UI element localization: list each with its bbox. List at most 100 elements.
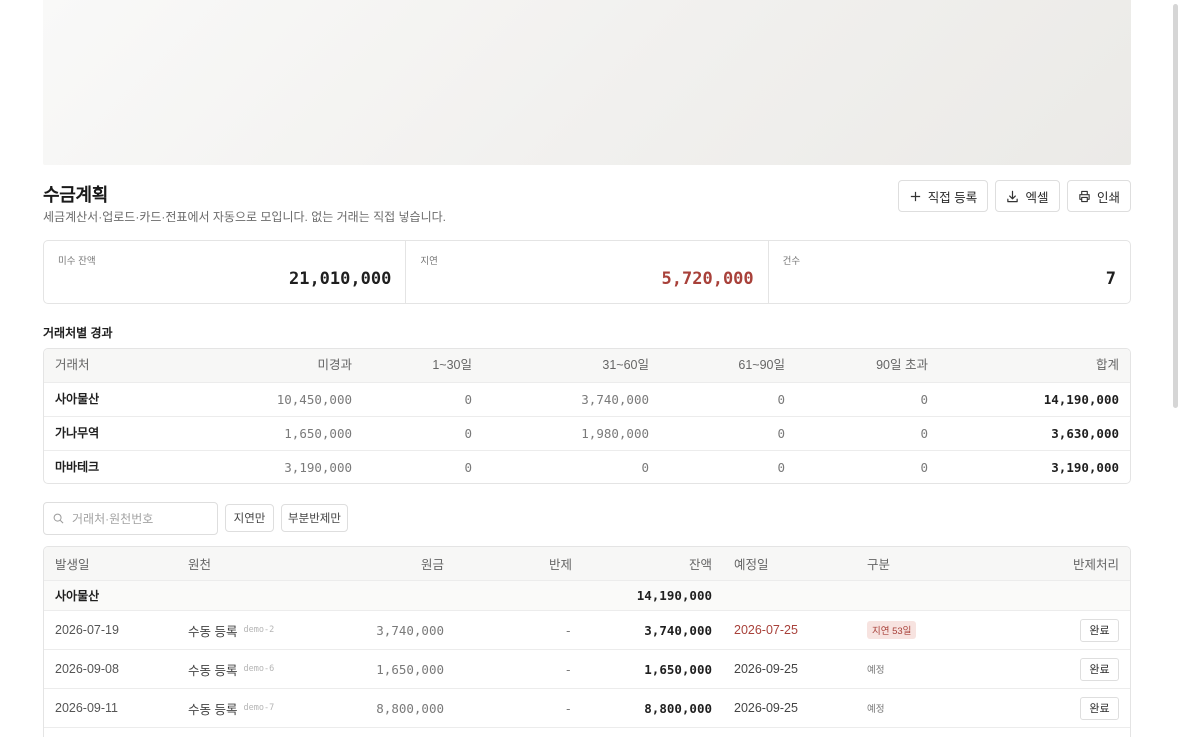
source-id: demo-7 bbox=[243, 703, 275, 713]
col-source[interactable]: 원천 bbox=[188, 547, 211, 580]
aging-31-60: 3,740,000 bbox=[581, 392, 649, 407]
col-paid[interactable]: 반제 bbox=[549, 547, 572, 580]
col-principal[interactable]: 원금 bbox=[421, 547, 444, 580]
complete-button[interactable]: 완료 bbox=[1080, 696, 1119, 720]
source: 수동 등록 demo-6 bbox=[188, 650, 274, 688]
page-title: 수금계획 bbox=[43, 185, 109, 205]
scrollbar[interactable] bbox=[1171, 0, 1180, 737]
aging-total: 3,190,000 bbox=[1051, 460, 1119, 475]
stat-label: 건수 bbox=[782, 256, 801, 267]
aging-col-61-90[interactable]: 61~90일 bbox=[738, 349, 785, 382]
table-row[interactable]: 마바테크 3,190,000 0 0 0 0 3,190,000 bbox=[44, 451, 1130, 483]
issue-date: 2026-09-08 bbox=[55, 662, 119, 676]
stat-value: 5,720,000 bbox=[661, 269, 754, 289]
aging-col-over-90[interactable]: 90일 초과 bbox=[876, 349, 928, 382]
col-issue-date[interactable]: 발생일 bbox=[55, 547, 90, 580]
balance: 1,650,000 bbox=[644, 661, 712, 677]
aging-total: 3,630,000 bbox=[1051, 426, 1119, 441]
excel-export-button[interactable]: 엑셀 bbox=[995, 180, 1060, 212]
aging-1-30: 0 bbox=[464, 460, 472, 475]
aging-total: 14,190,000 bbox=[1043, 392, 1119, 407]
vendor-name: 사아물산 bbox=[55, 392, 100, 406]
vendor-name: 마바테크 bbox=[55, 460, 100, 474]
aging-col-current[interactable]: 미경과 bbox=[317, 349, 352, 382]
stat-count: 건수 7 bbox=[769, 241, 1130, 303]
col-due-date[interactable]: 예정일 bbox=[734, 547, 769, 580]
aging-1-30: 0 bbox=[464, 426, 472, 441]
excel-export-label: 엑셀 bbox=[1025, 190, 1049, 205]
source-label: 수동 등록 bbox=[188, 624, 238, 639]
aging-col-vendor[interactable]: 거래처 bbox=[55, 349, 90, 382]
settle-cell: 완료 bbox=[1080, 650, 1119, 688]
source-label: 수동 등록 bbox=[188, 663, 238, 678]
stat-value: 21,010,000 bbox=[288, 269, 392, 289]
status: 지연 53일 bbox=[867, 611, 917, 649]
aging-over-90: 0 bbox=[920, 392, 928, 407]
paid: - bbox=[564, 700, 572, 716]
table-row[interactable]: 2026-09-08 수동 등록 demo-6 1,650,000 - 1,650… bbox=[44, 650, 1130, 689]
status-badge: 예정 bbox=[867, 665, 885, 676]
issue-date: 2026-07-19 bbox=[55, 623, 119, 637]
search-input[interactable] bbox=[72, 511, 202, 526]
issue-date: 2026-09-11 bbox=[55, 701, 119, 715]
aging-current: 1,650,000 bbox=[284, 426, 352, 441]
aging-col-total[interactable]: 합계 bbox=[1096, 349, 1119, 382]
col-balance[interactable]: 잔액 bbox=[689, 547, 712, 580]
aging-current: 10,450,000 bbox=[276, 392, 352, 407]
due-date: 2026-09-25 bbox=[734, 701, 798, 715]
stat-outstanding: 미수 잔액 21,010,000 bbox=[44, 241, 407, 303]
due-date: 2026-07-25 bbox=[734, 623, 798, 637]
status: 예정 bbox=[867, 689, 884, 727]
principal: 3,740,000 bbox=[376, 622, 444, 638]
stat-overdue: 지연 5,720,000 bbox=[406, 241, 769, 303]
summary-stats: 미수 잔액 21,010,000 지연 5,720,000 건수 7 bbox=[43, 240, 1131, 304]
aging-61-90: 0 bbox=[777, 392, 785, 407]
principal: 8,800,000 bbox=[376, 700, 444, 716]
plus-icon bbox=[910, 191, 920, 201]
aging-section-title: 거래처별 경과 bbox=[43, 326, 113, 340]
source-id: demo-6 bbox=[243, 664, 275, 674]
filter-partial-only[interactable]: 부분반제만 bbox=[281, 504, 348, 532]
download-icon bbox=[1007, 190, 1019, 202]
col-status[interactable]: 구분 bbox=[867, 547, 890, 580]
search-box[interactable] bbox=[43, 502, 218, 535]
paid: - bbox=[564, 661, 572, 677]
stat-value: 7 bbox=[1105, 269, 1116, 289]
filter-late-only[interactable]: 지연만 bbox=[225, 504, 274, 532]
aging-col-31-60[interactable]: 31~60일 bbox=[602, 349, 649, 382]
table-row[interactable]: 2026-09-11 수동 등록 demo-7 8,800,000 - 8,800… bbox=[44, 689, 1130, 728]
aging-31-60: 0 bbox=[641, 460, 649, 475]
aging-table: 거래처 미경과 1~30일 31~60일 61~90일 90일 초과 합계 사아… bbox=[43, 348, 1131, 484]
status-badge: 예정 bbox=[867, 704, 885, 715]
source: 수동 등록 demo-7 bbox=[188, 689, 274, 727]
receivables-header-row: 발생일 원천 원금 반제 잔액 예정일 구분 반제처리 bbox=[44, 547, 1130, 581]
table-row[interactable]: 2026-07-19 수동 등록 demo-2 3,740,000 - 3,740… bbox=[44, 611, 1130, 650]
status-badge: 지연 53일 bbox=[867, 621, 917, 639]
source-id: demo-2 bbox=[243, 625, 275, 635]
scrollbar-thumb[interactable] bbox=[1173, 4, 1178, 408]
print-label: 인쇄 bbox=[1096, 190, 1120, 205]
complete-button[interactable]: 완료 bbox=[1080, 657, 1119, 681]
aging-61-90: 0 bbox=[777, 426, 785, 441]
aging-31-60: 1,980,000 bbox=[581, 426, 649, 441]
printer-icon bbox=[1079, 190, 1090, 202]
table-row[interactable]: 가나무역 1,650,000 0 1,980,000 0 0 3,630,000 bbox=[44, 417, 1130, 451]
stat-label: 미수 잔액 bbox=[58, 256, 96, 267]
stat-label: 지연 bbox=[420, 256, 438, 267]
group-balance: 14,190,000 bbox=[636, 588, 712, 603]
balance: 3,740,000 bbox=[644, 622, 712, 638]
table-row[interactable]: 사아물산 10,450,000 0 3,740,000 0 0 14,190,0… bbox=[44, 383, 1130, 417]
complete-button[interactable]: 완료 bbox=[1080, 618, 1119, 642]
settle-cell: 완료 bbox=[1080, 611, 1119, 649]
search-icon bbox=[53, 513, 64, 524]
add-entry-button[interactable]: 직접 등록 bbox=[898, 180, 988, 212]
print-button[interactable]: 인쇄 bbox=[1067, 180, 1131, 212]
aging-col-1-30[interactable]: 1~30일 bbox=[432, 349, 472, 382]
aging-over-90: 0 bbox=[920, 460, 928, 475]
aging-over-90: 0 bbox=[920, 426, 928, 441]
group-row[interactable]: 사아물산 14,190,000 bbox=[44, 581, 1130, 611]
col-settle[interactable]: 반제처리 bbox=[1073, 547, 1119, 580]
aging-current: 3,190,000 bbox=[284, 460, 352, 475]
status: 예정 bbox=[867, 650, 884, 688]
add-entry-label: 직접 등록 bbox=[927, 190, 978, 205]
